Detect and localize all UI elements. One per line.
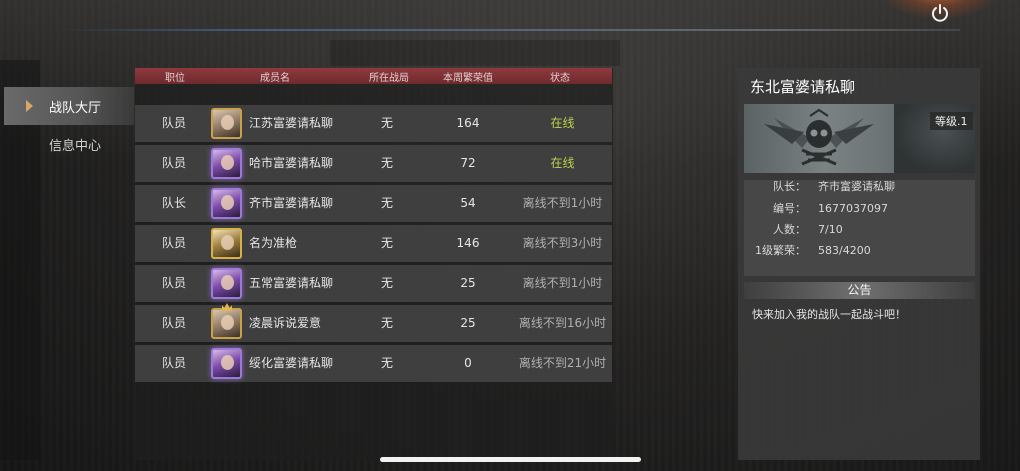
member-name: 凌晨诉说爱意	[249, 316, 322, 330]
crown-icon	[222, 303, 232, 311]
member-match: 无	[380, 156, 393, 170]
skull-emblem-icon	[764, 108, 874, 166]
member-avatar[interactable]	[211, 268, 242, 299]
table-row[interactable]: 队员 绥化富婆请私聊 无 0 离线不到21小时	[135, 345, 612, 382]
member-name: 齐市富婆请私聊	[249, 196, 334, 210]
team-emblem-banner: 等级.1	[744, 104, 975, 173]
member-role: 队员	[161, 236, 186, 250]
member-name: 名为准枪	[249, 236, 298, 250]
table-row[interactable]: 队员 江苏富婆请私聊 无 164 在线	[135, 105, 612, 142]
member-name: 绥化富婆请私聊	[249, 356, 334, 370]
avatar-face	[221, 115, 234, 130]
header-status: 状态	[550, 73, 570, 84]
table-row[interactable]: 队长 齐市富婆请私聊 无 54 离线不到1小时	[135, 185, 612, 222]
member-status: 离线不到1小时	[522, 276, 603, 290]
members-value: 7/10	[818, 223, 843, 236]
team-info-panel: 东北富婆请私聊 等级.1 队长： 齐市富婆请私聊 编号： 1677037097 …	[738, 68, 980, 460]
member-status: 离线不到16小时	[518, 316, 607, 330]
team-level-badge: 等级.1	[930, 112, 973, 130]
header-prosperity: 本周繁荣值	[443, 73, 493, 84]
member-role: 队长	[161, 196, 186, 210]
top-divider	[60, 29, 960, 31]
nav-item-label: 信息中心	[49, 138, 102, 154]
id-label: 编号：	[773, 202, 806, 215]
roster-table: 职位 成员名 所在战局 本周繁荣值 状态 队员 江苏富婆请私聊 无 164 在线…	[135, 68, 613, 460]
nav-item-info-center[interactable]: 信息中心	[4, 125, 134, 163]
header-match: 所在战局	[369, 73, 409, 84]
member-avatar[interactable]	[211, 348, 242, 379]
member-prosperity: 54	[460, 196, 476, 210]
captain-label: 队长：	[773, 180, 806, 193]
member-status: 离线不到1小时	[522, 196, 603, 210]
nav-arrow-icon	[26, 100, 33, 112]
member-prosperity: 25	[460, 276, 476, 290]
member-role: 队员	[161, 156, 186, 170]
home-indicator[interactable]	[380, 457, 641, 462]
member-name: 五常富婆请私聊	[249, 276, 334, 290]
side-nav: 战队大厅 信息中心	[4, 87, 134, 163]
header-name: 成员名	[260, 73, 290, 84]
table-row[interactable]: 队员 五常富婆请私聊 无 25 离线不到1小时	[135, 265, 612, 302]
nav-item-label: 战队大厅	[49, 100, 102, 116]
members-label: 人数：	[773, 223, 806, 236]
prosperity-value: 583/4200	[818, 244, 871, 257]
members-row-label-wrap: 人数：	[744, 223, 806, 237]
avatar-face	[221, 355, 234, 370]
member-match: 无	[380, 316, 393, 330]
captain-row-label-wrap: 队长：	[744, 180, 806, 194]
table-row[interactable]: 队员 哈市富婆请私聊 无 72 在线	[135, 145, 612, 182]
member-avatar[interactable]	[211, 188, 242, 219]
member-avatar[interactable]	[211, 303, 242, 339]
member-prosperity: 0	[464, 356, 472, 370]
member-prosperity: 146	[456, 236, 480, 250]
member-match: 无	[380, 356, 393, 370]
avatar-face	[221, 155, 234, 170]
member-name: 江苏富婆请私聊	[249, 116, 334, 130]
member-match: 无	[380, 116, 393, 130]
member-prosperity: 164	[456, 116, 480, 130]
member-role: 队员	[161, 316, 186, 330]
member-match: 无	[380, 236, 393, 250]
nav-item-team-hall[interactable]: 战队大厅	[4, 87, 134, 125]
avatar-face	[221, 275, 234, 290]
team-name: 东北富婆请私聊	[750, 78, 856, 96]
notice-title: 公告	[744, 282, 975, 299]
member-avatar[interactable]	[211, 228, 242, 259]
notice-text: 快来加入我的战队一起战斗吧！	[752, 308, 906, 321]
header-role: 职位	[165, 73, 185, 84]
team-id-value: 1677037097	[818, 202, 888, 215]
avatar-face	[221, 235, 234, 250]
member-match: 无	[380, 196, 393, 210]
prosperity-row-label-wrap: 1级繁荣：	[744, 244, 806, 258]
member-role: 队员	[161, 276, 186, 290]
captain-value: 齐市富婆请私聊	[818, 180, 895, 193]
power-button[interactable]	[926, 0, 954, 26]
table-header: 职位 成员名 所在战局 本周繁荣值 状态	[135, 68, 612, 84]
member-status: 在线	[550, 116, 575, 130]
member-role: 队员	[161, 116, 186, 130]
member-status: 在线	[550, 156, 575, 170]
team-info-box: 队长： 齐市富婆请私聊 编号： 1677037097 人数： 7/10 1级繁荣…	[744, 180, 975, 276]
member-role: 队员	[161, 356, 186, 370]
member-avatar[interactable]	[211, 108, 242, 139]
prosperity-label: 1级繁荣：	[755, 244, 806, 257]
member-match: 无	[380, 276, 393, 290]
avatar-face	[221, 195, 234, 210]
member-status: 离线不到3小时	[522, 236, 603, 250]
avatar-face	[221, 315, 234, 330]
power-icon	[932, 4, 948, 22]
member-name: 哈市富婆请私聊	[249, 156, 334, 170]
member-prosperity: 72	[460, 156, 476, 170]
id-row-label-wrap: 编号：	[744, 202, 806, 216]
table-row[interactable]: 队员 凌晨诉说爱意 无 25 离线不到16小时	[135, 303, 612, 342]
member-prosperity: 25	[460, 316, 476, 330]
member-avatar[interactable]	[211, 148, 242, 179]
table-row[interactable]: 队员 名为准枪 无 146 离线不到3小时	[135, 225, 612, 262]
member-status: 离线不到21小时	[518, 356, 607, 370]
background-structure	[330, 40, 620, 66]
